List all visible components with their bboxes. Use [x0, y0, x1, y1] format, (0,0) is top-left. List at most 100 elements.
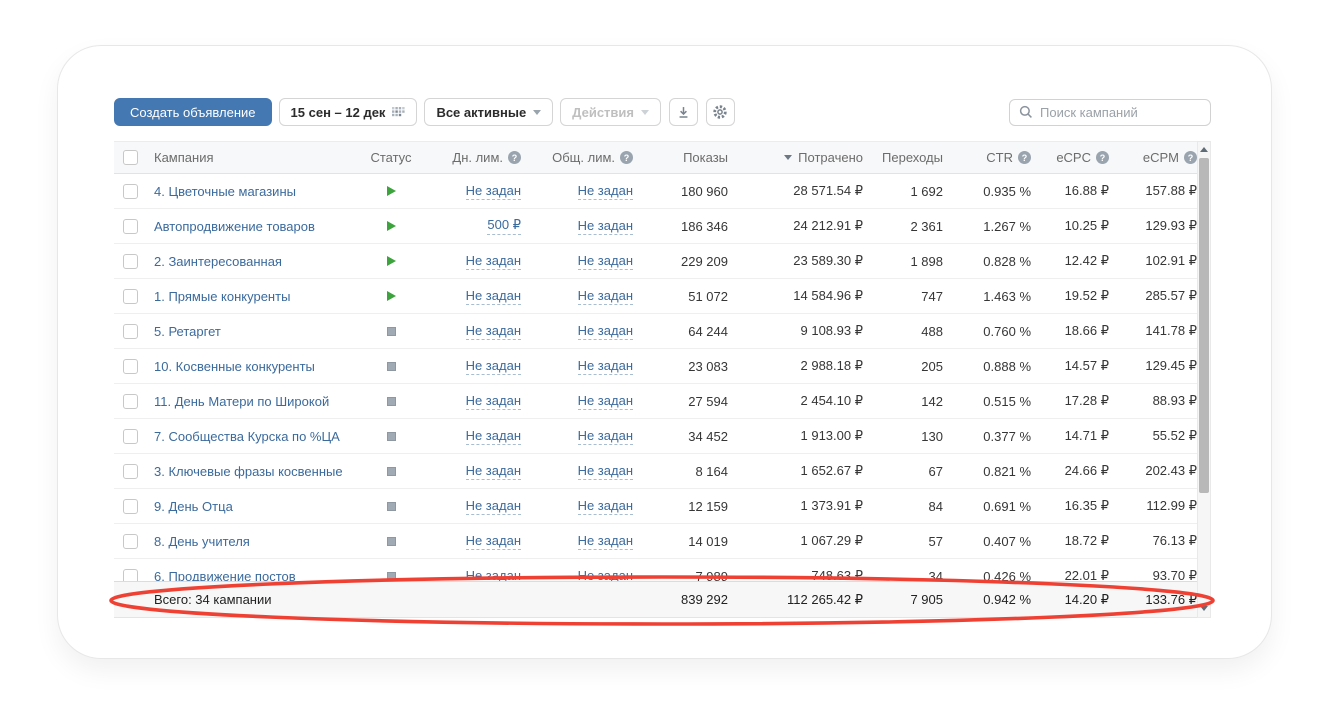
clicks-cell: 1 692: [863, 184, 943, 199]
campaign-link[interactable]: 3. Ключевые фразы косвенные: [154, 464, 361, 479]
status-cell[interactable]: [387, 359, 396, 374]
daily-limit-link[interactable]: 500 ₽: [487, 217, 521, 235]
clicks-cell: 34: [863, 569, 943, 582]
row-checkbox[interactable]: [123, 324, 138, 339]
date-range-button[interactable]: 15 сен – 12 дек: [279, 98, 418, 126]
daily-limit-link[interactable]: Не задан: [466, 533, 521, 550]
header-ecpc[interactable]: eCPC?: [1031, 150, 1109, 165]
row-checkbox[interactable]: [123, 394, 138, 409]
daily-limit-link[interactable]: Не задан: [466, 393, 521, 410]
settings-button[interactable]: [706, 98, 735, 126]
help-icon[interactable]: ?: [508, 151, 521, 164]
scroll-up-icon[interactable]: [1200, 147, 1208, 152]
help-icon[interactable]: ?: [620, 151, 633, 164]
total-limit-link[interactable]: Не задан: [578, 533, 633, 550]
status-cell[interactable]: [387, 464, 396, 479]
row-checkbox[interactable]: [123, 499, 138, 514]
status-icon: [387, 221, 396, 231]
daily-limit-link[interactable]: Не задан: [466, 183, 521, 200]
impressions-cell: 51 072: [633, 289, 728, 304]
header-daily-limit[interactable]: Дн. лим.?: [421, 150, 521, 165]
campaign-link[interactable]: 7. Сообщества Курска по %ЦА: [154, 429, 361, 444]
campaign-link[interactable]: 8. День учителя: [154, 534, 361, 549]
header-clicks[interactable]: Переходы: [863, 150, 943, 165]
total-limit-link[interactable]: Не задан: [578, 183, 633, 200]
header-campaign[interactable]: Кампания: [154, 150, 361, 165]
header-spent-sorted[interactable]: Потрачено: [728, 150, 863, 165]
row-checkbox[interactable]: [123, 219, 138, 234]
header-total-limit[interactable]: Общ. лим.?: [521, 150, 633, 165]
campaign-link[interactable]: 2. Заинтересованная: [154, 254, 361, 269]
campaign-link[interactable]: 9. День Отца: [154, 499, 361, 514]
help-icon[interactable]: ?: [1096, 151, 1109, 164]
daily-limit-link[interactable]: Не задан: [466, 498, 521, 515]
select-all-checkbox[interactable]: [123, 150, 138, 165]
toolbar: Создать объявление 15 сен – 12 дек Все а…: [114, 98, 1211, 126]
row-checkbox[interactable]: [123, 464, 138, 479]
status-filter-dropdown[interactable]: Все активные: [424, 98, 553, 126]
ecpc-cell: 17.28 ₽: [1031, 393, 1109, 409]
row-checkbox[interactable]: [123, 569, 138, 582]
row-checkbox[interactable]: [123, 289, 138, 304]
status-cell[interactable]: [387, 254, 396, 269]
total-limit-link[interactable]: Не задан: [578, 568, 633, 582]
total-limit-link[interactable]: Не задан: [578, 323, 633, 340]
status-cell[interactable]: [387, 219, 396, 234]
row-checkbox[interactable]: [123, 359, 138, 374]
status-cell[interactable]: [387, 569, 396, 582]
export-button[interactable]: [669, 98, 698, 126]
scroll-down-icon[interactable]: [1200, 606, 1208, 611]
total-limit-link[interactable]: Не задан: [578, 428, 633, 445]
total-limit-link[interactable]: Не задан: [578, 218, 633, 235]
vertical-scrollbar[interactable]: [1197, 141, 1211, 618]
table-row: 8. День учителя Не задан Не задан 14 019…: [114, 524, 1197, 559]
campaign-link[interactable]: 1. Прямые конкуренты: [154, 289, 361, 304]
daily-limit-link[interactable]: Не задан: [466, 323, 521, 340]
row-checkbox[interactable]: [123, 534, 138, 549]
ecpm-cell: 112.99 ₽: [1109, 498, 1197, 514]
row-checkbox[interactable]: [123, 254, 138, 269]
daily-limit-link[interactable]: Не задан: [466, 428, 521, 445]
total-limit-link[interactable]: Не задан: [578, 288, 633, 305]
table-row: 7. Сообщества Курска по %ЦА Не задан Не …: [114, 419, 1197, 454]
date-range-label: 15 сен – 12 дек: [291, 105, 386, 120]
clicks-cell: 142: [863, 394, 943, 409]
campaign-link[interactable]: 4. Цветочные магазины: [154, 184, 361, 199]
header-status[interactable]: Статус: [370, 150, 411, 165]
daily-limit-link[interactable]: Не задан: [466, 253, 521, 270]
daily-limit-link[interactable]: Не задан: [466, 568, 521, 582]
status-cell[interactable]: [387, 534, 396, 549]
help-icon[interactable]: ?: [1018, 151, 1031, 164]
daily-limit-link[interactable]: Не задан: [466, 288, 521, 305]
scrollbar-thumb[interactable]: [1199, 158, 1209, 493]
row-checkbox[interactable]: [123, 184, 138, 199]
status-cell[interactable]: [387, 184, 396, 199]
help-icon[interactable]: ?: [1184, 151, 1197, 164]
total-limit-link[interactable]: Не задан: [578, 498, 633, 515]
total-limit-link[interactable]: Не задан: [578, 393, 633, 410]
total-limit-link[interactable]: Не задан: [578, 463, 633, 480]
status-cell[interactable]: [387, 324, 396, 339]
status-cell[interactable]: [387, 289, 396, 304]
header-ecpm[interactable]: eCPM?: [1109, 150, 1197, 165]
search-input[interactable]: [1040, 105, 1201, 120]
row-checkbox[interactable]: [123, 429, 138, 444]
campaign-link[interactable]: 11. День Матери по Широкой: [154, 394, 361, 409]
actions-dropdown[interactable]: Действия: [560, 98, 661, 126]
total-limit-link[interactable]: Не задан: [578, 358, 633, 375]
status-cell[interactable]: [387, 429, 396, 444]
header-impressions[interactable]: Показы: [633, 150, 728, 165]
header-ctr[interactable]: CTR?: [943, 150, 1031, 165]
campaign-link[interactable]: Автопродвижение товаров: [154, 219, 361, 234]
totals-ecpm: 133.76 ₽: [1109, 592, 1197, 608]
campaign-link[interactable]: 10. Косвенные конкуренты: [154, 359, 361, 374]
daily-limit-link[interactable]: Не задан: [466, 358, 521, 375]
campaign-link[interactable]: 5. Ретаргет: [154, 324, 361, 339]
campaign-link[interactable]: 6. Продвижение постов: [154, 569, 361, 582]
status-cell[interactable]: [387, 394, 396, 409]
ecpm-cell: 76.13 ₽: [1109, 533, 1197, 549]
daily-limit-link[interactable]: Не задан: [466, 463, 521, 480]
total-limit-link[interactable]: Не задан: [578, 253, 633, 270]
create-ad-button[interactable]: Создать объявление: [114, 98, 272, 126]
status-cell[interactable]: [387, 499, 396, 514]
